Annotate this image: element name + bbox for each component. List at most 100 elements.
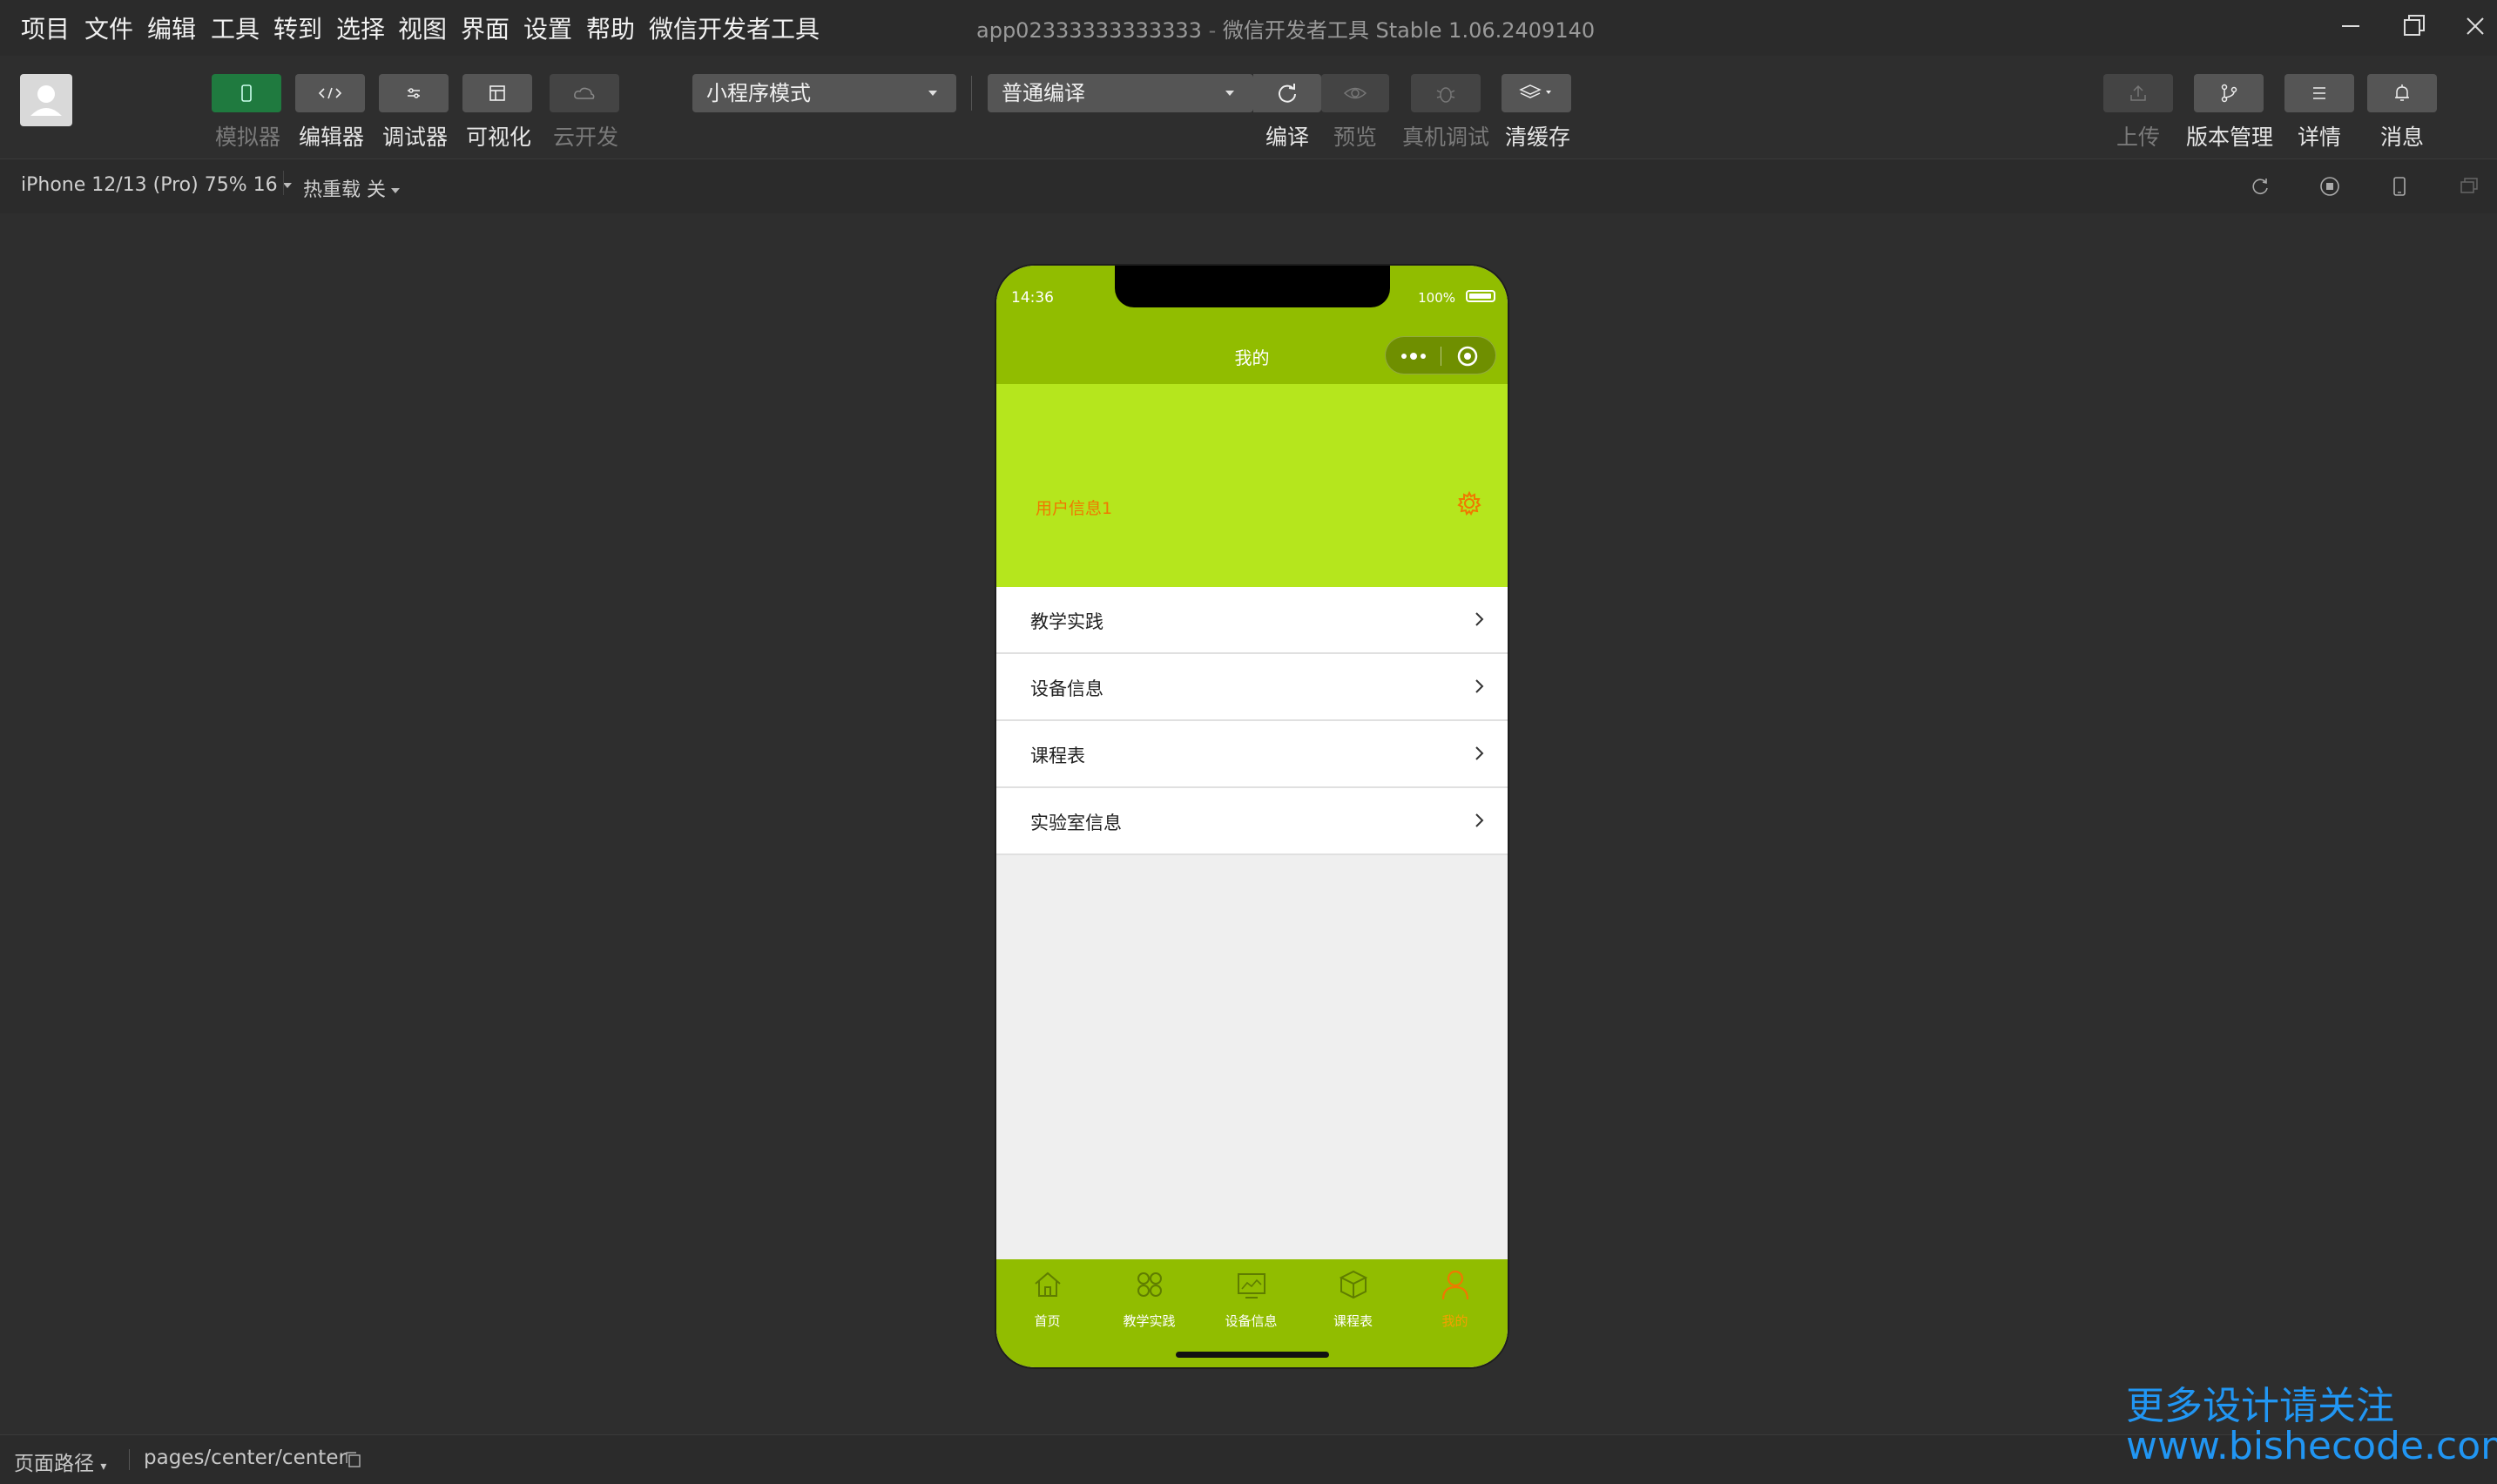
page-path-value: pages/center/center	[144, 1447, 347, 1469]
clear-cache-button[interactable]	[1502, 74, 1571, 112]
copy-icon[interactable]	[343, 1449, 364, 1470]
stop-icon[interactable]	[2317, 173, 2343, 199]
page-path-toggle[interactable]: 页面路径 ▾	[14, 1447, 106, 1476]
window-detach-icon[interactable]	[2456, 173, 2482, 199]
cloud-dev-button[interactable]	[550, 74, 619, 112]
tab-teaching-practice[interactable]: 教学实践	[1098, 1268, 1200, 1338]
device-select[interactable]: iPhone 12/13 (Pro) 75% 16	[21, 174, 292, 196]
monitor-icon	[1238, 1273, 1265, 1298]
user-avatar[interactable]	[20, 74, 72, 126]
close-icon[interactable]	[2458, 9, 2493, 44]
nav-bar: 我的	[996, 327, 1508, 384]
tab-label: 我的	[1441, 1313, 1468, 1329]
device-icon[interactable]	[2386, 173, 2413, 199]
status-bar: 14:36 100%	[996, 266, 1508, 327]
upload-icon	[2130, 84, 2146, 101]
menu-row-timetable[interactable]: 课程表	[996, 721, 1508, 788]
restore-icon[interactable]	[2397, 9, 2432, 44]
user-info-text[interactable]: 用户信息1	[1036, 496, 1112, 519]
debugger-button[interactable]	[379, 74, 449, 112]
title-bar: 项目 文件 编辑 工具 转到 选择 视图 界面 设置 帮助 微信开发者工具 ap…	[0, 0, 2497, 56]
tab-mine[interactable]: 我的	[1404, 1268, 1506, 1338]
hot-reload-select[interactable]: 热重载 关	[303, 174, 400, 202]
branch-icon	[2221, 84, 2237, 103]
simulator-label: 模拟器	[215, 125, 281, 150]
more-dots-icon[interactable]	[1397, 347, 1430, 365]
page-path-label: 页面路径	[14, 1453, 94, 1475]
messages-label: 消息	[2380, 125, 2425, 150]
chevron-down-icon: ▾	[100, 1460, 107, 1474]
menu-row-lab-info[interactable]: 实验室信息	[996, 788, 1508, 855]
tab-label: 首页	[1034, 1313, 1061, 1329]
title-separator: -	[1208, 18, 1217, 43]
chevron-down-icon	[282, 183, 292, 188]
refresh-icon	[1279, 84, 1296, 103]
hot-reload-value: 热重载 关	[303, 179, 386, 201]
home-icon	[1035, 1272, 1061, 1297]
menu-wechat-devtools[interactable]: 微信开发者工具	[649, 10, 820, 45]
minimize-icon[interactable]	[2333, 9, 2368, 44]
tab-home[interactable]: 首页	[996, 1268, 1098, 1338]
messages-button[interactable]	[2367, 74, 2437, 112]
mode-select[interactable]: 小程序模式	[692, 74, 956, 112]
battery-percent: 100%	[1418, 290, 1455, 306]
tab-label: 教学实践	[1123, 1313, 1176, 1329]
project-name: app02333333333333	[976, 18, 1202, 43]
editor-label: 编辑器	[299, 125, 365, 150]
details-label: 详情	[2298, 125, 2342, 150]
menu-row-teaching-practice[interactable]: 教学实践	[996, 587, 1508, 654]
menu-view[interactable]: 视图	[398, 10, 447, 45]
tab-label: 设备信息	[1225, 1313, 1278, 1329]
eye-icon	[1343, 87, 1367, 99]
toolbar-divider	[971, 76, 972, 111]
compile-select[interactable]: 普通编译	[988, 74, 1253, 112]
battery-icon	[1466, 290, 1495, 302]
upload-button[interactable]	[2103, 74, 2173, 112]
version-button[interactable]	[2194, 74, 2264, 112]
code-icon	[318, 87, 342, 99]
cube-icon	[1339, 1270, 1368, 1299]
details-button[interactable]	[2284, 74, 2354, 112]
rotate-icon[interactable]	[2247, 173, 2273, 199]
visualize-label: 可视化	[466, 125, 532, 150]
menu-row-label: 设备信息	[1030, 678, 1103, 699]
menu-row-device-info[interactable]: 设备信息	[996, 654, 1508, 721]
tab-device-info[interactable]: 设备信息	[1200, 1268, 1302, 1338]
remote-debug-button[interactable]	[1411, 74, 1481, 112]
editor-button[interactable]	[295, 74, 365, 112]
bell-icon	[2395, 84, 2409, 101]
menu-select[interactable]: 选择	[336, 10, 385, 45]
bottom-status-bar: 页面路径 ▾ pages/center/center	[0, 1434, 2497, 1484]
layout-icon	[489, 85, 505, 101]
tab-bar: 首页 教学实践 设备信息 课程表 我的	[996, 1259, 1508, 1367]
layers-icon	[1519, 84, 1551, 98]
home-indicator	[1176, 1352, 1329, 1358]
compile-button[interactable]	[1253, 74, 1321, 112]
menu-file[interactable]: 文件	[84, 10, 133, 45]
tab-timetable[interactable]: 课程表	[1302, 1268, 1404, 1338]
gear-icon[interactable]	[1455, 489, 1483, 517]
menu-settings[interactable]: 设置	[523, 10, 572, 45]
menu-edit[interactable]: 编辑	[147, 10, 196, 45]
chevron-right-icon	[1475, 813, 1484, 827]
close-target-icon[interactable]	[1455, 344, 1480, 368]
visualize-button[interactable]	[462, 74, 532, 112]
status-time: 14:36	[1011, 289, 1054, 307]
menu-tools[interactable]: 工具	[211, 10, 260, 45]
device-select-value: iPhone 12/13 (Pro) 75% 16	[21, 174, 278, 196]
cloud-dev-label: 云开发	[553, 125, 619, 150]
preview-button[interactable]	[1321, 74, 1389, 112]
menu-help[interactable]: 帮助	[586, 10, 635, 45]
menu-interface[interactable]: 界面	[461, 10, 510, 45]
clear-cache-label: 清缓存	[1505, 125, 1571, 150]
chevron-right-icon	[1475, 746, 1484, 760]
preview-label: 预览	[1333, 125, 1378, 150]
chevron-right-icon	[1475, 679, 1484, 693]
avatar-person-icon	[30, 85, 62, 116]
menu-project[interactable]: 项目	[21, 10, 70, 45]
profile-banner: 用户信息1	[996, 384, 1508, 587]
watermark-line-2: www.bishecode.com	[2126, 1424, 2497, 1468]
simulator-button[interactable]	[212, 74, 281, 112]
menu-goto[interactable]: 转到	[273, 10, 322, 45]
capsule-menu[interactable]	[1385, 336, 1496, 374]
